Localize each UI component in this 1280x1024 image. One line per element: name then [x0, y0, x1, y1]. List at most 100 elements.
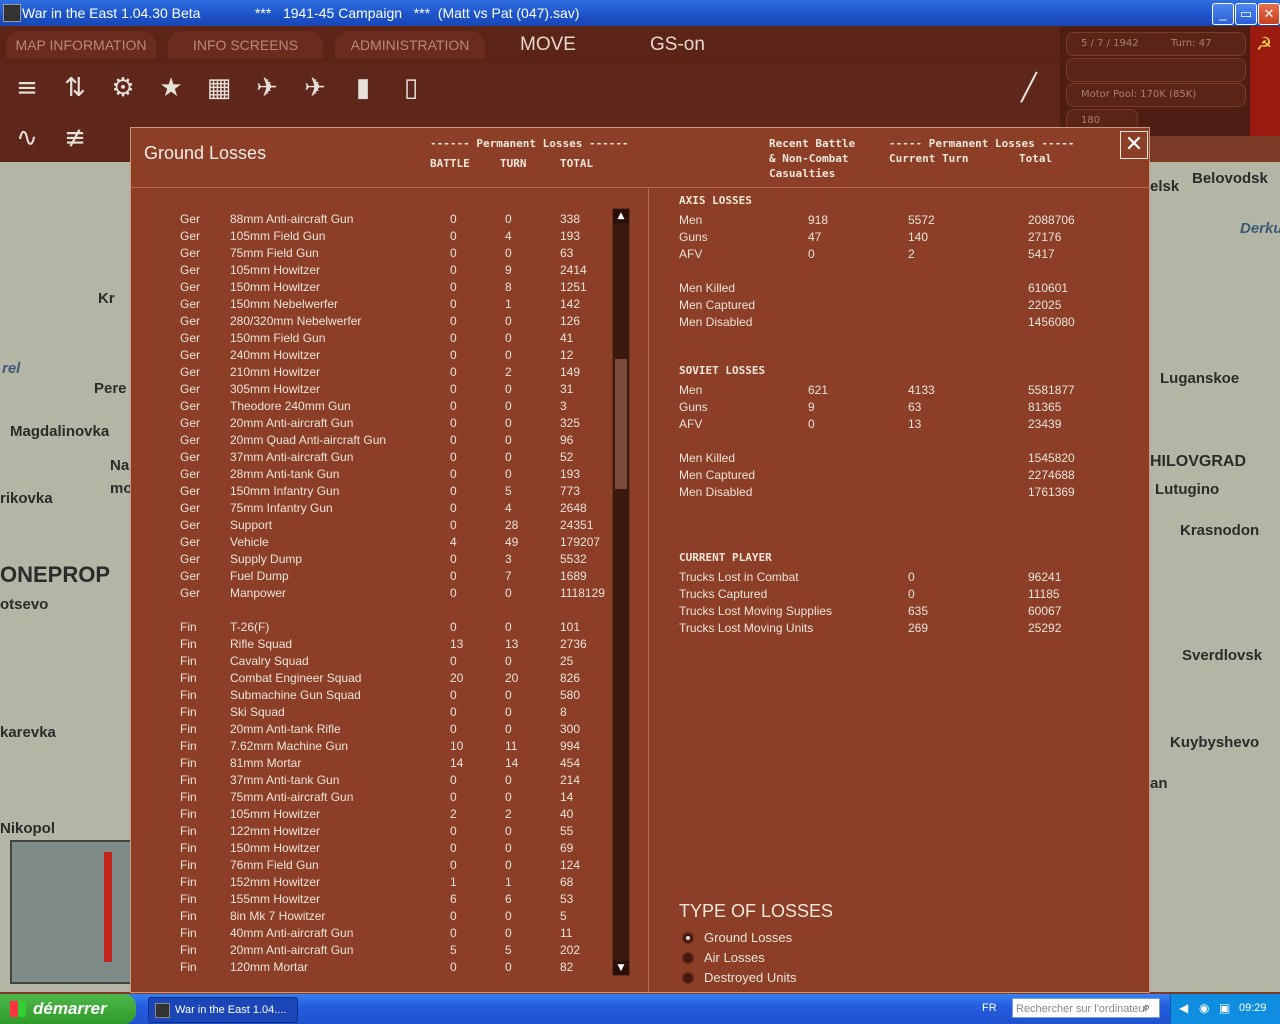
- motor-pool-display: Motor Pool: 170K (85K): [1081, 89, 1197, 100]
- equipment-name-cell: 20mm Anti-tank Rifle: [230, 722, 341, 736]
- turn-loss-cell: 13: [505, 637, 519, 651]
- star-icon[interactable]: ★: [153, 70, 189, 106]
- radio-ground-losses[interactable]: Ground Losses: [680, 929, 880, 947]
- summary-row: Men Disabled 1456080: [679, 313, 1139, 330]
- equipment-name-cell: Support: [230, 518, 273, 532]
- fuel-icon[interactable]: ▮: [345, 70, 381, 106]
- plane-icon[interactable]: ✈: [297, 70, 333, 106]
- total-loss-cell: 179207: [560, 535, 601, 549]
- current-turn-header: Current Turn: [889, 152, 969, 165]
- app-icon: [3, 4, 21, 22]
- turn-loss-cell: 0: [505, 348, 512, 362]
- battle-column-header: BATTLE: [430, 157, 470, 170]
- turn-loss-cell: 0: [505, 246, 512, 260]
- minimize-button[interactable]: _: [1212, 3, 1234, 25]
- total-loss-cell: 3: [560, 399, 567, 413]
- summary-row: AFV 0 13 23439: [679, 415, 1139, 432]
- search-icon[interactable]: ⌕: [1143, 1000, 1150, 1015]
- window-title-bar[interactable]: War in the East 1.04.30 Beta *** 1941-45…: [0, 0, 1280, 26]
- equipment-name-cell: 150mm Field Gun: [230, 331, 326, 345]
- language-indicator[interactable]: FR: [982, 1002, 997, 1014]
- turn-loss-cell: 0: [505, 467, 512, 481]
- recent-battle-header: Recent Battle & Non-Combat Casualties: [769, 137, 856, 180]
- motor-pool-box: Motor Pool: 170K (85K): [1066, 83, 1246, 107]
- tab-info-screens[interactable]: INFO SCREENS: [168, 31, 323, 59]
- right-permanent-losses-header: ----- Permanent Losses -----: [889, 137, 1075, 150]
- pump-icon[interactable]: ▯: [393, 70, 429, 106]
- summary-row: Men Captured 2274688: [679, 466, 1139, 483]
- battle-loss-cell: 0: [450, 263, 457, 277]
- current-turn-value: 2: [908, 247, 915, 261]
- f2-rail-icon[interactable]: ≢: [57, 120, 93, 156]
- total-loss-cell: 325: [560, 416, 581, 430]
- turn-loss-cell: 7: [505, 569, 512, 583]
- total-loss-cell: 300: [560, 722, 581, 736]
- radio-destroyed-units[interactable]: Destroyed Units: [680, 969, 880, 987]
- air-attack-icon[interactable]: ✈: [249, 70, 285, 106]
- scroll-thumb[interactable]: [615, 359, 627, 489]
- nationality-cell: Fin: [180, 756, 197, 770]
- start-button[interactable]: démarrer: [0, 994, 136, 1024]
- tab-administration[interactable]: ADMINISTRATION: [335, 31, 485, 59]
- desktop-search-input[interactable]: Rechercher sur l'ordinateur: [1012, 998, 1160, 1018]
- radio-icon[interactable]: [682, 972, 694, 984]
- equipment-name-cell: 305mm Howitzer: [230, 382, 321, 396]
- gs-toggle-button[interactable]: GS-on: [650, 34, 705, 56]
- close-window-button[interactable]: ✕: [1258, 3, 1280, 25]
- radio-air-losses[interactable]: Air Losses: [680, 949, 880, 967]
- table-row: Fin 20mm Anti-tank Rifle 0 0 300: [131, 720, 611, 737]
- map-label: Na: [110, 457, 130, 474]
- turn-loss-cell: 0: [505, 841, 512, 855]
- total-value: 23439: [1028, 417, 1062, 431]
- turn-loss-cell: 14: [505, 756, 519, 770]
- f1-map-icon[interactable]: ∿: [9, 120, 45, 156]
- table-row: Ger 105mm Howitzer 0 9 2414: [131, 261, 611, 278]
- turn-loss-cell: 9: [505, 263, 512, 277]
- maximize-button[interactable]: ▭: [1235, 3, 1257, 25]
- nationality-cell: Fin: [180, 807, 197, 821]
- summary-row: Trucks Captured 0 11185: [679, 585, 1139, 602]
- pencil-icon[interactable]: ╱: [1011, 70, 1047, 106]
- stack-icon[interactable]: ≡: [9, 70, 45, 106]
- losses-scrollbar[interactable]: ▲ ▼: [612, 208, 630, 976]
- radio-icon[interactable]: [682, 952, 694, 964]
- turn-loss-cell: 0: [505, 654, 512, 668]
- nationality-cell: Fin: [180, 909, 197, 923]
- nationality-cell: Fin: [180, 926, 197, 940]
- turn-loss-cell: 5: [505, 943, 512, 957]
- recent-value: 9: [808, 400, 815, 414]
- mode-move-button[interactable]: MOVE: [520, 34, 576, 56]
- close-dialog-button[interactable]: ✕: [1120, 131, 1148, 159]
- weather-icon[interactable]: ▦: [201, 70, 237, 106]
- network-icon[interactable]: ◉: [1199, 1001, 1209, 1015]
- detail-value: 2274688: [1028, 468, 1075, 482]
- display-icon[interactable]: ▣: [1219, 1001, 1230, 1015]
- tab-map-information[interactable]: MAP INFORMATION: [6, 31, 156, 59]
- map-label: Krasnodon: [1180, 522, 1260, 539]
- nationality-cell: Fin: [180, 841, 197, 855]
- loss-type-label: Guns: [679, 230, 708, 244]
- detail-label: Men Disabled: [679, 485, 753, 499]
- scroll-down-icon[interactable]: ▼: [613, 961, 629, 975]
- minimap[interactable]: [10, 840, 134, 984]
- radio-selected-icon[interactable]: [682, 932, 694, 944]
- map-area-right[interactable]: [1150, 162, 1280, 992]
- back-arrow-icon[interactable]: ◀: [1179, 1001, 1188, 1015]
- taskbar-item-war-in-the-east[interactable]: War in the East 1.04....: [148, 997, 298, 1023]
- equipment-name-cell: 75mm Anti-aircraft Gun: [230, 790, 354, 804]
- type-of-losses-title: TYPE OF LOSSES: [679, 901, 834, 921]
- detail-label: Men Killed: [679, 281, 736, 295]
- scroll-up-icon[interactable]: ▲: [613, 209, 629, 223]
- equipment-name-cell: 150mm Nebelwerfer: [230, 297, 339, 311]
- turn-loss-cell: 2: [505, 807, 512, 821]
- total-loss-cell: 126: [560, 314, 581, 328]
- gear-icon[interactable]: ⚙: [105, 70, 141, 106]
- empty-info-box: [1066, 58, 1246, 82]
- equipment-name-cell: Vehicle: [230, 535, 269, 549]
- units-icon[interactable]: ⇅: [57, 70, 93, 106]
- nationality-cell: Ger: [180, 586, 201, 600]
- turn-loss-cell: 0: [505, 960, 512, 974]
- turn-loss-cell: 4: [505, 229, 512, 243]
- summary-row: Men 621 4133 5581877: [679, 381, 1139, 398]
- turn-loss-cell: 49: [505, 535, 519, 549]
